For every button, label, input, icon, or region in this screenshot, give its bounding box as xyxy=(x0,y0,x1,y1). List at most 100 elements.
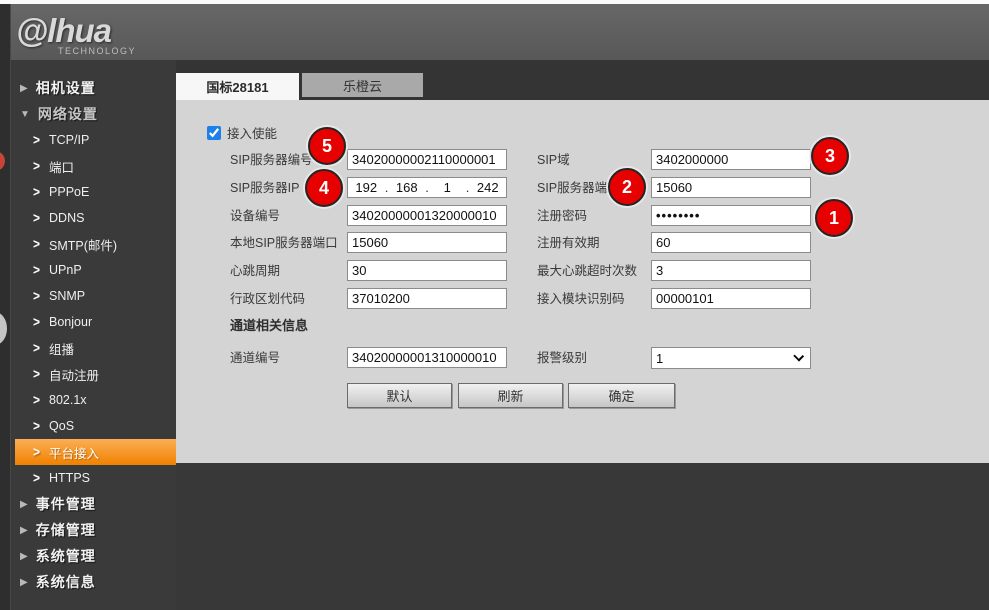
sip-domain-input[interactable] xyxy=(651,149,811,170)
heartbeat-period-label: 心跳周期 xyxy=(230,261,280,281)
chevron-right-icon: > xyxy=(33,314,40,330)
sidebar-item-label: 802.1x xyxy=(49,393,87,407)
sidebar-item-label: 平台接入 xyxy=(49,443,99,462)
channel-section-title: 通道相关信息 xyxy=(230,315,308,334)
annotation-badge-3: 3 xyxy=(811,137,849,175)
sidebar-group-storage[interactable]: ▶ 存储管理 xyxy=(0,517,176,543)
confirm-button[interactable]: 确定 xyxy=(568,383,675,408)
sip-server-ip-label: SIP服务器IP xyxy=(230,178,299,198)
access-module-id-input[interactable] xyxy=(651,288,811,309)
sidebar-item-https[interactable]: > HTTPS xyxy=(15,465,176,491)
register-password-label: 注册密码 xyxy=(537,206,587,226)
enable-access-label: 接入使能 xyxy=(227,124,277,144)
sip-server-port-input[interactable] xyxy=(651,177,811,198)
sidebar-group-label: 相机设置 xyxy=(36,78,96,98)
chevron-right-icon: > xyxy=(33,340,40,356)
chevron-right-icon: > xyxy=(33,262,40,278)
sidebar-item-label: 自动注册 xyxy=(49,365,99,384)
sidebar-group-label: 系统管理 xyxy=(36,546,96,566)
sidebar-item-bonjour[interactable]: > Bonjour xyxy=(15,309,176,335)
sidebar-group-info[interactable]: ▶ 系统信息 xyxy=(0,569,176,595)
sidebar-group-network[interactable]: ▼ 网络设置 xyxy=(0,101,176,127)
annotation-badge-1: 1 xyxy=(815,199,853,237)
sidebar-item-label: 端口 xyxy=(49,157,74,176)
alarm-level-select[interactable]: 1 xyxy=(651,347,811,369)
header-bar: @lhua TECHNOLOGY xyxy=(0,4,989,60)
triangle-right-icon: ▶ xyxy=(20,577,29,588)
sidebar-item-label: UPnP xyxy=(49,263,82,277)
sidebar-item-label: TCP/IP xyxy=(49,133,89,147)
register-validity-input[interactable] xyxy=(651,232,811,253)
sidebar: ▶ 相机设置 ▼ 网络设置 > TCP/IP > 端口 > PPPoE > DD… xyxy=(0,60,176,610)
sip-server-id-label: SIP服务器编号 xyxy=(230,150,313,170)
sip-server-id-input[interactable] xyxy=(347,149,507,170)
left-edge-column xyxy=(0,4,11,610)
channel-id-input[interactable] xyxy=(347,347,507,368)
sidebar-group-label: 系统信息 xyxy=(36,572,96,592)
triangle-right-icon: ▶ xyxy=(20,525,29,536)
sidebar-item-qos[interactable]: > QoS xyxy=(15,413,176,439)
sidebar-item-smtp[interactable]: > SMTP(邮件) xyxy=(15,231,176,257)
annotation-badge-4: 4 xyxy=(305,169,343,207)
dahua-logo: @lhua TECHNOLOGY xyxy=(16,12,136,56)
sidebar-group-system[interactable]: ▶ 系统管理 xyxy=(0,543,176,569)
chevron-right-icon: > xyxy=(33,418,40,434)
enable-access-checkbox[interactable] xyxy=(207,126,221,140)
sidebar-group-camera[interactable]: ▶ 相机设置 xyxy=(0,75,176,101)
chevron-right-icon: > xyxy=(33,184,40,200)
alarm-level-label: 报警级别 xyxy=(537,348,587,368)
sidebar-item-label: HTTPS xyxy=(49,471,90,485)
device-id-input[interactable] xyxy=(347,205,507,226)
access-module-id-label: 接入模块识别码 xyxy=(537,289,625,309)
sidebar-item-label: 组播 xyxy=(49,339,74,358)
register-password-input[interactable] xyxy=(651,205,811,226)
ip-octet-2: 168 xyxy=(389,180,426,195)
triangle-down-icon: ▼ xyxy=(20,109,31,120)
sip-server-ip-input[interactable]: 192 . 168 . 1 . 242 xyxy=(347,177,507,198)
sidebar-group-label: 网络设置 xyxy=(38,104,98,124)
device-id-label: 设备编号 xyxy=(230,206,280,226)
max-heartbeat-timeout-label: 最大心跳超时次数 xyxy=(537,261,637,281)
dahua-logo-subtext: TECHNOLOGY xyxy=(58,46,136,56)
triangle-right-icon: ▶ xyxy=(20,83,29,94)
sidebar-item-auto-register[interactable]: > 自动注册 xyxy=(15,361,176,387)
sidebar-item-tcpip[interactable]: > TCP/IP xyxy=(15,127,176,153)
chevron-right-icon: > xyxy=(33,132,40,148)
register-validity-label: 注册有效期 xyxy=(537,233,600,253)
chevron-right-icon: > xyxy=(33,444,40,460)
tab-gb28181[interactable]: 国标28181 xyxy=(176,73,299,100)
chevron-right-icon: > xyxy=(33,288,40,304)
local-sip-port-input[interactable] xyxy=(347,232,507,253)
heartbeat-period-input[interactable] xyxy=(347,260,507,281)
admin-region-code-input[interactable] xyxy=(347,288,507,309)
sidebar-item-8021x[interactable]: > 802.1x xyxy=(15,387,176,413)
sidebar-item-pppoe[interactable]: > PPPoE xyxy=(15,179,176,205)
sidebar-item-upnp[interactable]: > UPnP xyxy=(15,257,176,283)
local-sip-port-label: 本地SIP服务器端口 xyxy=(230,233,338,253)
sidebar-item-platform-access[interactable]: > 平台接入 xyxy=(15,439,176,465)
sidebar-item-ddns[interactable]: > DDNS xyxy=(15,205,176,231)
sidebar-item-label: Bonjour xyxy=(49,315,92,329)
refresh-button[interactable]: 刷新 xyxy=(458,383,563,408)
ip-octet-4: 242 xyxy=(470,180,507,195)
sidebar-item-port[interactable]: > 端口 xyxy=(15,153,176,179)
default-button[interactable]: 默认 xyxy=(347,383,452,408)
chevron-right-icon: > xyxy=(33,392,40,408)
triangle-right-icon: ▶ xyxy=(20,499,29,510)
dahua-logo-text: @lhua xyxy=(16,12,136,50)
dahua-web-config-page: @lhua TECHNOLOGY ▶ 相机设置 ▼ 网络设置 > TCP/IP … xyxy=(0,0,989,610)
sidebar-item-label: DDNS xyxy=(49,211,84,225)
tab-lechange-cloud[interactable]: 乐橙云 xyxy=(302,73,423,97)
triangle-right-icon: ▶ xyxy=(20,551,29,562)
max-heartbeat-timeout-input[interactable] xyxy=(651,260,811,281)
sidebar-group-label: 存储管理 xyxy=(36,520,96,540)
sip-domain-label: SIP域 xyxy=(537,150,570,170)
sidebar-item-label: SMTP(邮件) xyxy=(49,235,117,254)
sidebar-item-multicast[interactable]: > 组播 xyxy=(15,335,176,361)
sidebar-group-event[interactable]: ▶ 事件管理 xyxy=(0,491,176,517)
sidebar-item-label: PPPoE xyxy=(49,185,89,199)
sidebar-item-snmp[interactable]: > SNMP xyxy=(15,283,176,309)
annotation-badge-2: 2 xyxy=(608,168,646,206)
chevron-right-icon: > xyxy=(33,470,40,486)
alarm-level-select-wrap: 1 xyxy=(651,347,811,369)
